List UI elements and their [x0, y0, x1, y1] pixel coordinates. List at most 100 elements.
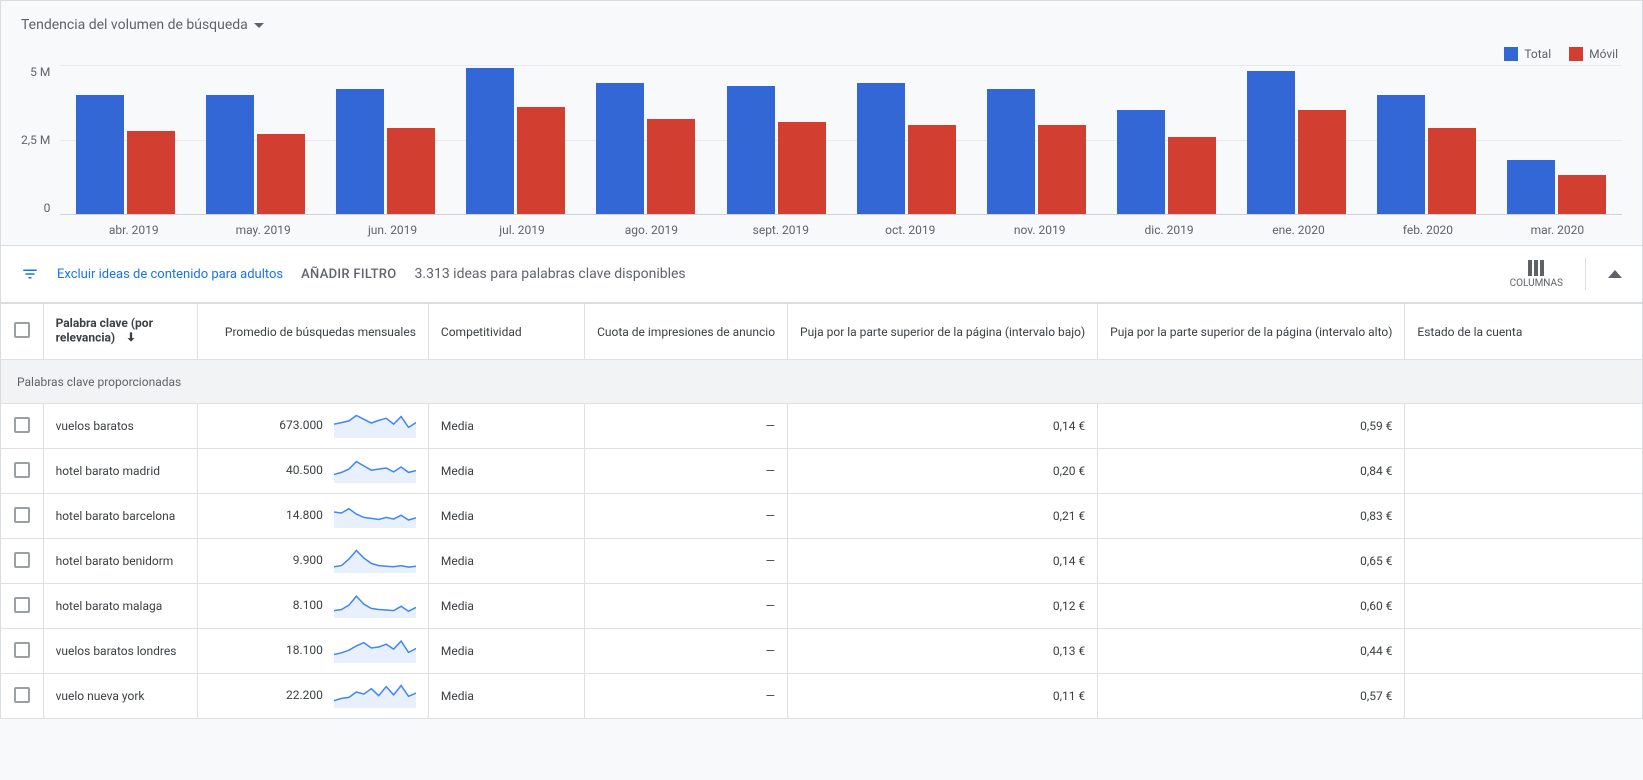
bar-group[interactable] [581, 65, 711, 214]
chart-legend: Total Móvil [21, 47, 1622, 65]
cell-bid-low: 0,13 € [788, 629, 1098, 674]
bar-total [987, 89, 1035, 214]
bar-total [76, 95, 124, 214]
sparkline [334, 459, 416, 483]
col-keyword[interactable]: Palabra clave (por relevancia) [43, 304, 197, 360]
row-checkbox[interactable] [14, 462, 30, 478]
x-tick: jun. 2019 [328, 215, 457, 237]
bar-mobile [778, 122, 826, 214]
cell-impression: — [585, 494, 788, 539]
cell-status [1405, 494, 1643, 539]
bar-total [1117, 110, 1165, 214]
bar-group[interactable] [1362, 65, 1492, 214]
col-top-bid-high[interactable]: Puja por la parte superior de la página … [1098, 304, 1405, 360]
bar-total [1247, 71, 1295, 214]
cell-competition: Media [428, 404, 584, 449]
bar-mobile [387, 128, 435, 214]
collapse-chevron-icon[interactable] [1608, 270, 1622, 278]
cell-keyword[interactable]: vuelos baratos londres [43, 629, 197, 674]
col-competition[interactable]: Competitividad [428, 304, 584, 360]
bar-group[interactable] [1232, 65, 1362, 214]
cell-avg: 18.100 [197, 629, 428, 674]
bar-total [1507, 160, 1555, 214]
row-checkbox[interactable] [14, 507, 30, 523]
bar-group[interactable] [841, 65, 971, 214]
bar-group[interactable] [451, 65, 581, 214]
cell-bid-low: 0,11 € [788, 674, 1098, 719]
col-bid-high-label: Puja por la parte superior de la página … [1110, 325, 1392, 339]
select-all-checkbox[interactable] [14, 322, 30, 338]
col-impression-share[interactable]: Cuota de impresiones de anuncio [585, 304, 788, 360]
y-axis: 5 M 2,5 M 0 [21, 65, 60, 215]
x-tick: sept. 2019 [716, 215, 845, 237]
table-row: hotel barato madrid40.500 Media—0,20 €0,… [1, 449, 1643, 494]
bar-group[interactable] [971, 65, 1101, 214]
sparkline [334, 639, 416, 663]
legend-swatch-mobile [1569, 47, 1583, 61]
columns-label: COLUMNAS [1510, 278, 1563, 289]
cell-impression: — [585, 674, 788, 719]
bar-group[interactable] [321, 65, 451, 214]
cell-competition: Media [428, 449, 584, 494]
bar-total [206, 95, 254, 214]
group-label: Palabras clave proporcionadas [1, 360, 1643, 404]
cell-keyword[interactable]: hotel barato malaga [43, 584, 197, 629]
bar-mobile [1558, 175, 1606, 214]
col-impression-label: Cuota de impresiones de anuncio [597, 325, 775, 339]
x-tick: oct. 2019 [846, 215, 975, 237]
cell-impression: — [585, 449, 788, 494]
row-checkbox[interactable] [14, 597, 30, 613]
chart-title: Tendencia del volumen de búsqueda [21, 17, 248, 33]
bar-total [336, 89, 384, 214]
filter-bar: Excluir ideas de contenido para adultos … [0, 246, 1643, 303]
columns-button[interactable]: COLUMNAS [1510, 260, 1563, 289]
sparkline [334, 594, 416, 618]
bar-mobile [517, 107, 565, 214]
col-account-status[interactable]: Estado de la cuenta [1405, 304, 1643, 360]
bar-mobile [127, 131, 175, 214]
bar-group[interactable] [1492, 65, 1622, 214]
chart-panel: Tendencia del volumen de búsqueda Total … [0, 0, 1643, 246]
bar-group[interactable] [190, 65, 320, 214]
row-checkbox[interactable] [14, 687, 30, 703]
filter-icon[interactable] [21, 265, 39, 283]
row-checkbox[interactable] [14, 417, 30, 433]
cell-keyword[interactable]: hotel barato madrid [43, 449, 197, 494]
cell-keyword[interactable]: vuelo nueva york [43, 674, 197, 719]
cell-keyword[interactable]: hotel barato benidorm [43, 539, 197, 584]
cell-status [1405, 674, 1643, 719]
add-filter-button[interactable]: AÑADIR FILTRO [301, 267, 396, 282]
bar-group[interactable] [1101, 65, 1231, 214]
col-competition-label: Competitividad [441, 325, 522, 339]
cell-bid-low: 0,14 € [788, 404, 1098, 449]
bar-group[interactable] [711, 65, 841, 214]
y-tick: 5 M [21, 65, 50, 79]
cell-keyword[interactable]: vuelos baratos [43, 404, 197, 449]
bar-mobile [257, 134, 305, 214]
table-row: hotel barato benidorm9.900 Media—0,14 €0… [1, 539, 1643, 584]
cell-bid-high: 0,84 € [1098, 449, 1405, 494]
x-tick: jul. 2019 [457, 215, 586, 237]
cell-bid-low: 0,14 € [788, 539, 1098, 584]
col-keyword-label: Palabra clave (por relevancia) [56, 316, 153, 345]
chart-title-dropdown[interactable]: Tendencia del volumen de búsqueda [21, 9, 1622, 47]
sparkline [334, 504, 416, 528]
bar-group[interactable] [60, 65, 190, 214]
keywords-table: Palabra clave (por relevancia) Promedio … [0, 303, 1643, 719]
row-checkbox[interactable] [14, 552, 30, 568]
table-header-row: Palabra clave (por relevancia) Promedio … [1, 304, 1643, 360]
cell-keyword[interactable]: hotel barato barcelona [43, 494, 197, 539]
legend-total[interactable]: Total [1504, 47, 1551, 61]
col-avg-searches[interactable]: Promedio de búsquedas mensuales [197, 304, 428, 360]
group-row: Palabras clave proporcionadas [1, 360, 1643, 404]
cell-competition: Media [428, 494, 584, 539]
exclude-adult-link[interactable]: Excluir ideas de contenido para adultos [57, 267, 283, 282]
col-top-bid-low[interactable]: Puja por la parte superior de la página … [788, 304, 1098, 360]
cell-bid-high: 0,57 € [1098, 674, 1405, 719]
col-bid-low-label: Puja por la parte superior de la página … [800, 325, 1085, 339]
table-row: hotel barato malaga8.100 Media—0,12 €0,6… [1, 584, 1643, 629]
row-checkbox[interactable] [14, 642, 30, 658]
legend-label-mobile: Móvil [1589, 47, 1618, 61]
table-row: hotel barato barcelona14.800 Media—0,21 … [1, 494, 1643, 539]
legend-mobile[interactable]: Móvil [1569, 47, 1618, 61]
